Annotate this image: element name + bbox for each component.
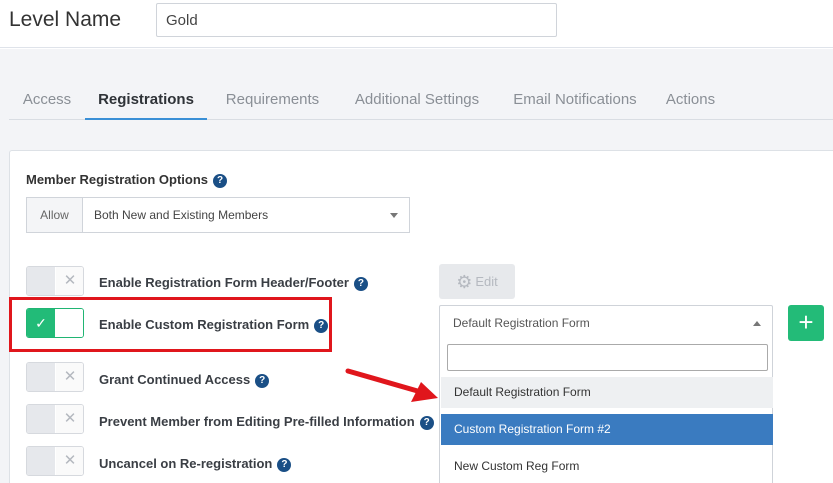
registration-form-select-value: Default Registration Form: [453, 316, 590, 330]
level-name-input[interactable]: [156, 3, 557, 37]
allow-prefix-label: Allow: [27, 198, 83, 232]
toggle-knob: [27, 363, 55, 391]
option-label-prevent-editing-prefilled: Prevent Member from Editing Pre-filled I…: [99, 414, 434, 430]
check-icon: ✓: [27, 309, 55, 337]
question-circle-icon[interactable]: ?: [213, 174, 228, 188]
dropdown-option-new-custom[interactable]: New Custom Reg Form: [441, 451, 773, 482]
question-circle-icon[interactable]: ?: [277, 458, 292, 472]
tab-bar: Access Registrations Requirements Additi…: [9, 80, 833, 120]
toggle-knob: [27, 405, 55, 433]
allow-select-value: Both New and Existing Members: [94, 208, 269, 222]
x-icon: ✕: [56, 267, 83, 295]
toggle-custom-registration-form[interactable]: ✓: [26, 308, 84, 338]
toggle-knob: [27, 267, 55, 295]
tab-requirements[interactable]: Requirements: [207, 80, 338, 120]
option-label-custom-registration-form: Enable Custom Registration Form?: [99, 317, 329, 333]
toggle-knob: [27, 447, 55, 475]
edit-header-footer-button[interactable]: ⚙ Edit: [439, 264, 515, 299]
question-circle-icon[interactable]: ?: [353, 277, 368, 291]
dropdown-option-custom-2[interactable]: Custom Registration Form #2: [441, 414, 773, 445]
question-circle-icon[interactable]: ?: [314, 319, 329, 333]
option-label-grant-continued-access: Grant Continued Access?: [99, 372, 270, 388]
x-icon: ✕: [56, 363, 83, 391]
member-registration-options-label: Member Registration Options?: [26, 172, 228, 188]
option-label-uncancel-on-reregistration: Uncancel on Re-registration?: [99, 456, 292, 472]
tab-access[interactable]: Access: [9, 80, 85, 120]
question-circle-icon[interactable]: ?: [255, 374, 270, 388]
dropdown-option-default[interactable]: Default Registration Form: [441, 377, 773, 408]
plus-icon: +: [798, 307, 814, 337]
x-icon: ✕: [56, 447, 83, 475]
question-circle-icon[interactable]: ?: [419, 416, 434, 430]
x-icon: ✕: [56, 405, 83, 433]
level-header: Level Name: [0, 0, 833, 48]
option-label-header-footer: Enable Registration Form Header/Footer?: [99, 275, 368, 291]
chevron-down-icon: [390, 213, 398, 218]
registration-form-dropdown: Default Registration Form Custom Registr…: [439, 339, 773, 483]
tab-actions[interactable]: Actions: [654, 80, 727, 120]
tab-additional-settings[interactable]: Additional Settings: [338, 80, 496, 120]
toggle-grant-continued-access[interactable]: ✕: [26, 362, 84, 392]
toggle-knob: [56, 309, 83, 337]
gear-icon: ⚙: [456, 272, 473, 292]
toggle-uncancel-on-reregistration[interactable]: ✕: [26, 446, 84, 476]
chevron-up-icon: [753, 321, 761, 326]
registration-form-select[interactable]: Default Registration Form: [439, 305, 773, 341]
section-title: Member Registration Options: [26, 172, 209, 187]
tab-email-notifications[interactable]: Email Notifications: [496, 80, 654, 120]
add-registration-form-button[interactable]: +: [788, 305, 824, 341]
toggle-registration-header-footer[interactable]: ✕: [26, 266, 84, 296]
level-name-label: Level Name: [9, 8, 122, 31]
annotation-arrow: [345, 368, 438, 402]
tab-registrations[interactable]: Registrations: [85, 80, 207, 120]
toggle-prevent-editing-prefilled[interactable]: ✕: [26, 404, 84, 434]
dropdown-search-input[interactable]: [447, 344, 768, 371]
allow-select[interactable]: Allow Both New and Existing Members: [26, 197, 410, 233]
